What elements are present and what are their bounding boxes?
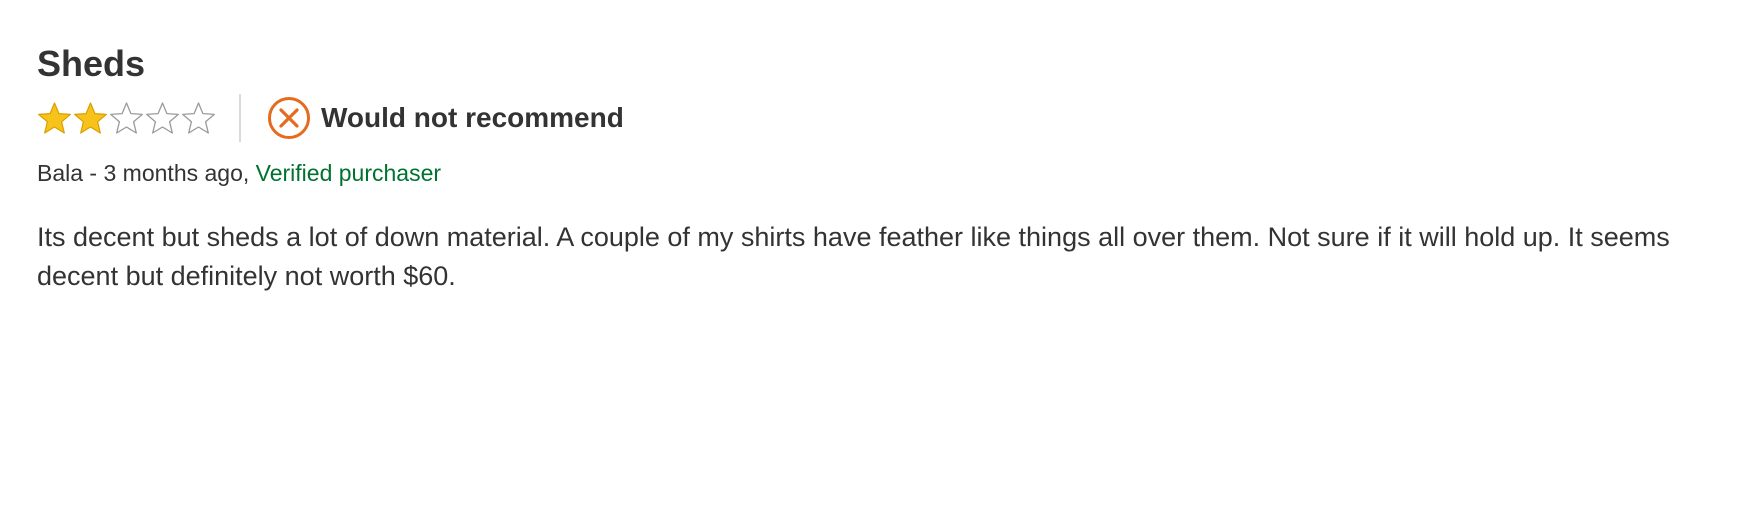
verified-purchaser-badge: Verified purchaser	[255, 160, 442, 186]
star-empty-icon	[182, 101, 215, 134]
recommendation-label: Would not recommend	[321, 102, 624, 133]
x-circle-icon	[268, 97, 310, 139]
star-filled-icon	[74, 101, 107, 134]
meta-separator: -	[83, 160, 104, 186]
recommendation: Would not recommend	[267, 96, 624, 140]
star-rating	[37, 101, 216, 136]
review-title: Sheds	[37, 43, 146, 84]
date-suffix: ,	[242, 160, 256, 186]
rating-row: Would not recommend	[37, 94, 1717, 142]
review-meta: Bala - 3 months ago, Verified purchaser	[37, 158, 1717, 188]
review-card: Sheds Would not recommend Bala - 3 month…	[37, 40, 1717, 296]
review-body: Its decent but sheds a lot of down mater…	[37, 222, 1670, 291]
star-empty-icon	[110, 101, 143, 134]
review-date: 3 months ago	[103, 160, 243, 186]
author-name: Bala	[37, 160, 84, 186]
star-empty-icon	[146, 101, 179, 134]
star-filled-icon	[38, 101, 71, 134]
divider	[239, 94, 241, 142]
